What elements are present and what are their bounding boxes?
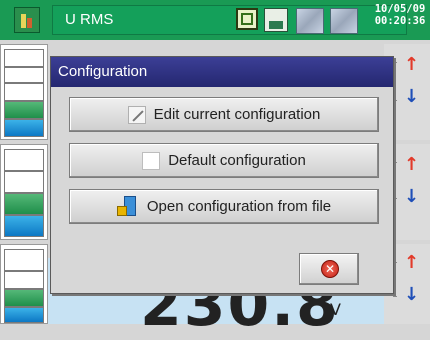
open-configuration-label: Open configuration from file bbox=[146, 198, 332, 215]
signal-icon-2 bbox=[330, 8, 358, 34]
status-bar: U RMS 10/05/09 00:20:36 bbox=[0, 0, 430, 40]
open-file-icon bbox=[116, 195, 139, 218]
bargraph-channel-1[interactable] bbox=[0, 44, 48, 140]
upper-limit-arrow-icon: ↑ bbox=[404, 54, 420, 75]
signal-icon-1 bbox=[296, 8, 324, 34]
date-text: 10/05/09 bbox=[374, 3, 426, 15]
upper-limit-arrow-icon: ↑ bbox=[404, 154, 420, 175]
edit-configuration-label: Edit current configuration bbox=[153, 106, 321, 123]
lower-limit-arrow-icon: ↓ bbox=[404, 186, 420, 207]
date-time: 10/05/09 00:20:36 bbox=[371, 3, 429, 27]
close-button[interactable]: ✕ bbox=[299, 253, 359, 285]
edit-icon bbox=[127, 105, 146, 124]
lower-limit-arrow-icon: ↓ bbox=[404, 284, 420, 305]
app-menu-icon[interactable] bbox=[14, 7, 40, 33]
record-icon[interactable] bbox=[236, 8, 258, 30]
bargraph-channel-3[interactable] bbox=[0, 244, 48, 324]
storage-icon[interactable] bbox=[264, 8, 288, 32]
default-config-icon bbox=[142, 151, 161, 170]
close-icon: ✕ bbox=[321, 260, 339, 278]
configuration-dialog: Configuration Edit current configuration… bbox=[50, 56, 394, 294]
time-text: 00:20:36 bbox=[374, 15, 426, 27]
lower-limit-arrow-icon: ↓ bbox=[404, 86, 420, 107]
edit-configuration-button[interactable]: Edit current configuration bbox=[69, 97, 379, 132]
default-configuration-label: Default configuration bbox=[168, 152, 306, 169]
upper-limit-arrow-icon: ↑ bbox=[404, 252, 420, 273]
dialog-title: Configuration bbox=[58, 63, 148, 80]
open-configuration-button[interactable]: Open configuration from file bbox=[69, 189, 379, 224]
measured-unit: V bbox=[330, 300, 341, 319]
dialog-title-bar: Configuration bbox=[51, 57, 393, 87]
default-configuration-button[interactable]: Default configuration bbox=[69, 143, 379, 178]
channel-title: U RMS bbox=[65, 11, 114, 28]
bargraph-channel-2[interactable] bbox=[0, 144, 48, 240]
